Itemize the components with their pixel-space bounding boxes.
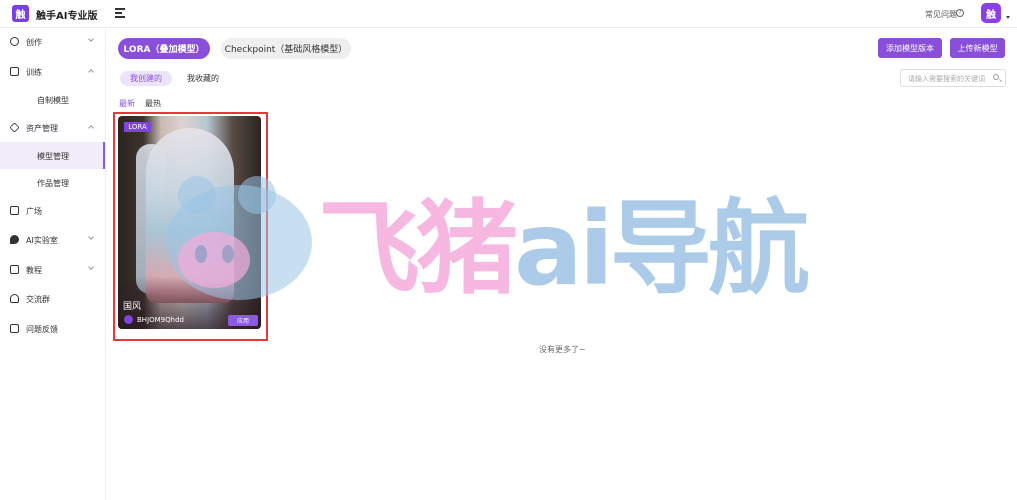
chevron-down-icon — [88, 234, 94, 240]
cube-icon — [10, 67, 19, 76]
watermark-text-pink: 飞猪 — [318, 190, 518, 309]
image-icon — [10, 206, 19, 215]
sidebar-item-model-manage[interactable]: 模型管理 — [0, 142, 105, 169]
sidebar-item-label: 作品管理 — [37, 179, 69, 188]
faq-link[interactable]: 常见问题 — [925, 9, 957, 20]
tab-checkpoint[interactable]: Checkpoint（基础风格模型） — [221, 38, 351, 59]
palette-icon — [10, 37, 19, 46]
help-icon[interactable]: ? — [956, 9, 964, 17]
sidebar-item-label: 广场 — [26, 207, 42, 216]
watermark-pig-snout — [178, 232, 250, 288]
sort-newest[interactable]: 最新 — [119, 98, 135, 109]
add-model-version-button[interactable]: 添加模型版本 — [878, 38, 942, 58]
sidebar-item-label: 自制模型 — [37, 96, 69, 105]
sidebar-item-works-manage[interactable]: 作品管理 — [0, 169, 105, 196]
sidebar-item-assets[interactable]: 资产管理 — [0, 114, 105, 142]
empty-hint: 没有更多了~ — [539, 345, 586, 354]
sidebar-item-tutorial[interactable]: 教程 — [0, 256, 105, 284]
sidebar-item-label: 教程 — [26, 266, 42, 275]
sidebar-item-label: 问题反馈 — [26, 325, 58, 334]
sidebar-item-custom-model[interactable]: 自制模型 — [0, 86, 105, 113]
watermark-pig-nostril — [222, 245, 234, 263]
search-icon[interactable] — [993, 74, 999, 80]
sidebar-item-label: 资产管理 — [26, 124, 58, 133]
sidebar-item-ai-lab[interactable]: AI实验室 — [0, 226, 105, 254]
app-logo[interactable]: 触 — [12, 5, 29, 22]
chevron-down-icon — [88, 36, 94, 42]
tab-my-created[interactable]: 我创建的 — [120, 71, 172, 86]
card-title: 国风 — [123, 302, 142, 312]
sidebar-item-feedback[interactable]: 问题反馈 — [0, 315, 105, 343]
menu-collapse-icon[interactable] — [115, 8, 125, 18]
sidebar-item-group[interactable]: 交流群 — [0, 285, 105, 313]
sidebar: 创作 训练 自制模型 资产管理 模型管理 作品管理 广场 AI实验室 教程 交流… — [0, 28, 106, 500]
user-icon — [10, 294, 19, 303]
app-title: 触手AI专业版 — [36, 11, 98, 22]
caret-down-icon[interactable] — [1006, 16, 1010, 19]
sidebar-item-create[interactable]: 创作 — [0, 28, 105, 56]
sidebar-item-label: 创作 — [26, 38, 42, 47]
sidebar-item-label: 模型管理 — [37, 152, 69, 161]
upload-model-button[interactable]: 上传新模型 — [950, 38, 1005, 58]
top-bar: 触 触手AI专业版 常见问题 ? 触 — [0, 0, 1017, 28]
chevron-up-icon — [88, 125, 94, 131]
watermark-pig-nostril — [195, 245, 207, 263]
sidebar-item-label: AI实验室 — [26, 236, 58, 245]
chevron-down-icon — [88, 264, 94, 270]
tab-my-favorites[interactable]: 我收藏的 — [185, 71, 221, 86]
sidebar-item-label: 训练 — [26, 68, 42, 77]
feedback-icon — [10, 324, 19, 333]
card-author: BHJOM9Qhdd — [137, 316, 184, 324]
sidebar-item-train[interactable]: 训练 — [0, 58, 105, 86]
search-input[interactable]: 请输入需要搜索的关键词 — [900, 69, 1006, 87]
lora-badge: LORA — [124, 122, 151, 132]
sidebar-item-label: 交流群 — [26, 295, 50, 304]
author-avatar — [124, 315, 133, 324]
watermark-text: 飞猪ai导航 — [318, 185, 810, 315]
book-icon — [10, 265, 19, 274]
sort-hottest[interactable]: 最热 — [145, 98, 161, 109]
watermark-text-blue: ai导航 — [514, 190, 810, 309]
tab-lora[interactable]: LORA（叠加模型） — [118, 38, 210, 59]
sidebar-item-plaza[interactable]: 广场 — [0, 197, 105, 225]
layers-icon — [9, 122, 20, 133]
apply-button[interactable]: 应用 — [228, 315, 258, 326]
chevron-up-icon — [88, 69, 94, 75]
flask-icon — [10, 235, 19, 244]
user-avatar[interactable]: 触 — [981, 3, 1001, 23]
